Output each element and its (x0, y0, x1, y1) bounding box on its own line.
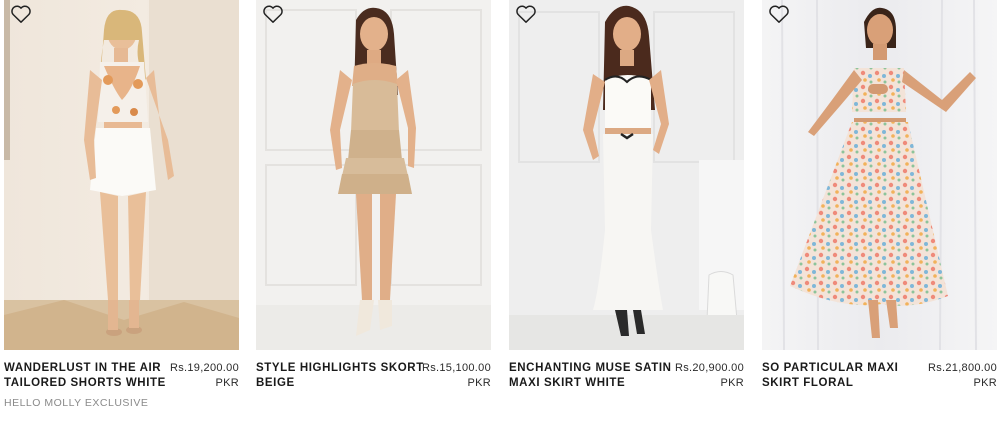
wishlist-button[interactable] (768, 4, 790, 24)
product-card[interactable]: ENCHANTING MUSE SATIN MAXI SKIRT WHITE R… (509, 0, 744, 423)
product-price: Rs.20,900.00 PKR (664, 361, 744, 391)
product-photo-style-highlights (256, 0, 491, 350)
heart-outline-icon (263, 5, 283, 23)
product-price: Rs.21,800.00 PKR (917, 361, 997, 391)
product-name-line1: STYLE HIGHLIGHTS SKORT (256, 362, 424, 374)
heart-outline-icon (516, 5, 536, 23)
product-name-line1: SO PARTICULAR MAXI (762, 362, 899, 374)
wishlist-button[interactable] (515, 4, 537, 24)
product-price: Rs.15,100.00 PKR (411, 361, 491, 391)
heart-outline-icon (769, 5, 789, 23)
product-card[interactable]: WANDERLUST IN THE AIR TAILORED SHORTS WH… (4, 0, 239, 423)
product-name-line2: BEIGE (256, 377, 295, 389)
price-currency: PKR (973, 377, 997, 389)
product-image[interactable] (762, 0, 997, 350)
product-photo-wanderlust (4, 0, 239, 350)
product-name-line1: ENCHANTING MUSE SATIN (509, 362, 672, 374)
product-name[interactable]: SO PARTICULAR MAXI SKIRT FLORAL (762, 361, 930, 391)
product-name-line2: MAXI SKIRT WHITE (509, 377, 626, 389)
product-image[interactable] (509, 0, 744, 350)
product-name[interactable]: ENCHANTING MUSE SATIN MAXI SKIRT WHITE (509, 361, 677, 391)
heart-outline-icon (11, 5, 31, 23)
product-grid: WANDERLUST IN THE AIR TAILORED SHORTS WH… (4, 0, 998, 423)
product-image[interactable] (4, 0, 239, 350)
price-amount: Rs.19,200.00 (169, 362, 239, 374)
price-amount: Rs.20,900.00 (674, 362, 744, 374)
price-amount: Rs.21,800.00 (927, 362, 997, 374)
exclusive-badge: HELLO MOLLY EXCLUSIVE (4, 397, 149, 409)
product-name-line2: TAILORED SHORTS WHITE (4, 377, 166, 389)
price-amount: Rs.15,100.00 (421, 362, 491, 374)
product-name-line2: SKIRT FLORAL (762, 377, 854, 389)
wishlist-button[interactable] (262, 4, 284, 24)
product-name[interactable]: STYLE HIGHLIGHTS SKORT BEIGE (256, 361, 424, 391)
price-currency: PKR (215, 377, 239, 389)
product-name[interactable]: WANDERLUST IN THE AIR TAILORED SHORTS WH… (4, 361, 172, 391)
product-name-line1: WANDERLUST IN THE AIR (4, 362, 162, 374)
price-currency: PKR (467, 377, 491, 389)
product-photo-so-particular (762, 0, 997, 350)
product-price: Rs.19,200.00 PKR (159, 361, 239, 391)
product-card[interactable]: STYLE HIGHLIGHTS SKORT BEIGE Rs.15,100.0… (256, 0, 491, 423)
price-currency: PKR (720, 377, 744, 389)
product-photo-enchanting-muse (509, 0, 744, 350)
wishlist-button[interactable] (10, 4, 32, 24)
product-image[interactable] (256, 0, 491, 350)
product-card[interactable]: SO PARTICULAR MAXI SKIRT FLORAL Rs.21,80… (762, 0, 997, 423)
